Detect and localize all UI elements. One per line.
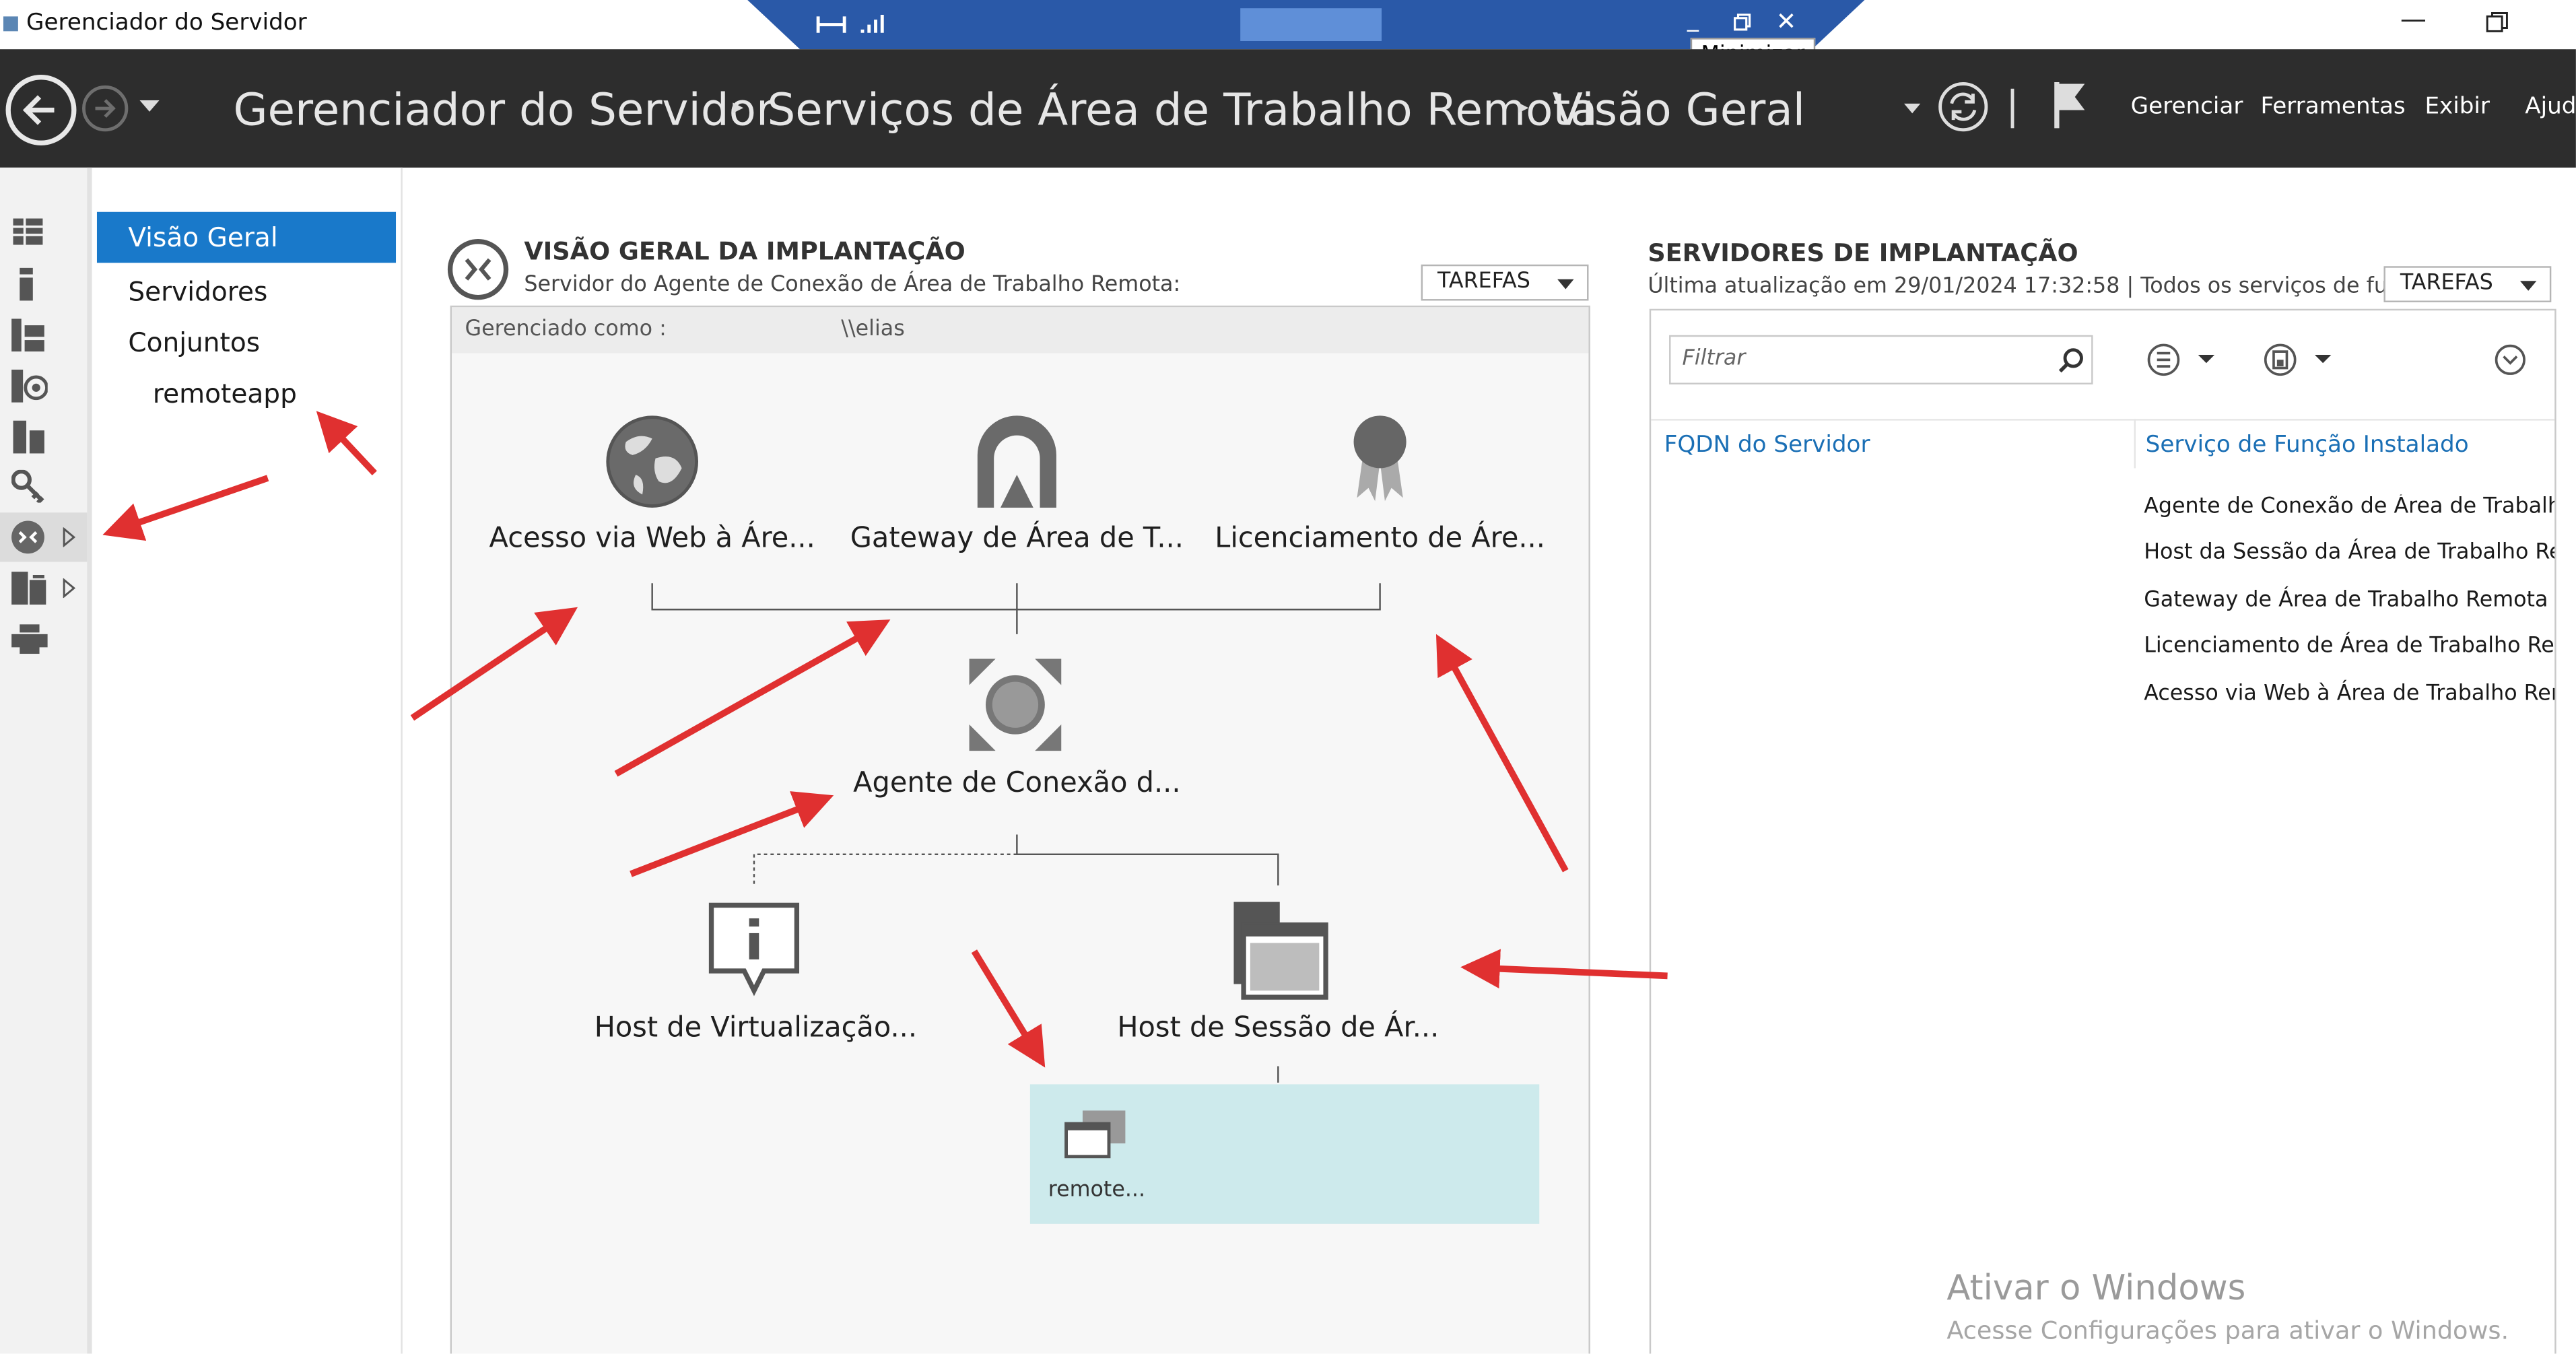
minimize-window-icon[interactable]: — (2400, 3, 2427, 34)
menu-tools[interactable]: Ferramentas (2260, 94, 2405, 120)
list-item[interactable]: Host da Sessão da Área de Trabalho Remot… (2144, 541, 2554, 566)
activation-watermark-text: Acesse Configurações para ativar o Windo… (1946, 1316, 2509, 1346)
forward-button[interactable] (81, 83, 130, 133)
list-view-options-icon[interactable] (2146, 342, 2218, 378)
nav-item-overview[interactable]: Visão Geral (96, 211, 397, 263)
rds-overview-icon (447, 239, 509, 300)
list-item[interactable]: Agente de Conexão de Área de Trabalho Re… (2144, 494, 2554, 519)
breadcrumb-rds[interactable]: Serviços de Área de Trabalho Remota (767, 86, 1597, 137)
breadcrumb-dropdown-icon[interactable] (1903, 103, 1921, 115)
nav-item-servers[interactable]: Servidores (128, 276, 267, 307)
breadcrumb-separator-icon: ▸ (733, 95, 744, 121)
deployment-overview-subtitle: Servidor do Agente de Conexão de Área de… (524, 273, 1181, 298)
overview-tasks-label: TAREFAS (1437, 269, 1530, 294)
column-header-service[interactable]: Serviço de Função Instalado (2146, 432, 2469, 459)
overview-tasks-dropdown[interactable]: TAREFAS (1421, 264, 1589, 301)
virtualization-info-icon[interactable] (705, 899, 803, 997)
expand-rds-icon[interactable] (63, 527, 76, 547)
remote-desktop-services-icon[interactable] (10, 519, 46, 555)
expand-panel-chevron-icon[interactable] (2494, 343, 2527, 376)
all-servers-icon[interactable] (11, 318, 44, 352)
activation-watermark-title: Ativar o Windows (1946, 1268, 2246, 1308)
filter-input[interactable]: Filtrar (1669, 335, 2093, 384)
refresh-icon[interactable] (1937, 81, 1990, 133)
nav-item-remoteapp[interactable]: remoteapp (153, 378, 297, 409)
menu-manage[interactable]: Gerenciar (2131, 94, 2243, 120)
breadcrumb-server-manager[interactable]: Gerenciador do Servidor (233, 86, 774, 137)
menu-help[interactable]: Ajud (2525, 94, 2576, 120)
server-manager-window: Gerenciador do Servidor — _ ✕ Minimizar … (0, 0, 2576, 1354)
rdp-restore-icon[interactable] (1733, 13, 1753, 33)
deployment-servers-title: SERVIDORES DE IMPLANTAÇÃO (1648, 238, 2078, 268)
column-header-fqdn[interactable]: FQDN do Servidor (1664, 432, 1870, 459)
local-server-icon[interactable] (16, 267, 36, 301)
role-licensing-label[interactable]: Licenciamento de Áre... (1199, 522, 1561, 555)
nav-item-overview-label: Visão Geral (128, 222, 278, 253)
column-divider (2134, 419, 2136, 469)
menu-view[interactable]: Exibir (2425, 94, 2490, 120)
servers-tasks-dropdown[interactable]: TAREFAS (2383, 266, 2552, 302)
header-divider (2010, 88, 2014, 129)
deployment-diagram: Gerenciado como : \\elias Acesso via Web… (450, 305, 1590, 1354)
list-item[interactable]: Acesso via Web à Área de Trabalho Remota (2144, 682, 2554, 707)
chevron-down-icon (2519, 281, 2537, 291)
role-session-host-label[interactable]: Host de Sessão de Ár... (1097, 1012, 1459, 1045)
wsus-icon[interactable] (11, 570, 48, 607)
breadcrumb-separator-icon: ▸ (1518, 95, 1529, 121)
breadcrumb-overview: Visão Geral (1552, 85, 1806, 137)
role-broker-label[interactable]: Agente de Conexão d... (836, 767, 1198, 800)
file-storage-icon[interactable] (13, 420, 46, 454)
restore-window-icon[interactable] (2486, 11, 2509, 34)
list-item[interactable]: Licenciamento de Área de Trabalho Remota (2144, 634, 2554, 659)
deployment-servers-subtitle: Última atualização em 29/01/2024 17:32:5… (1648, 274, 2408, 300)
nav-item-collections[interactable]: Conjuntos (128, 327, 260, 358)
role-virtualization-label[interactable]: Host de Virtualização... (575, 1012, 937, 1045)
gateway-arch-icon[interactable] (971, 412, 1063, 510)
dashboard-icon[interactable] (11, 217, 44, 246)
role-gateway-label[interactable]: Gateway de Área de T... (836, 522, 1198, 555)
list-item[interactable]: Gateway de Área de Trabalho Remota (2144, 588, 2548, 613)
back-button[interactable] (3, 72, 79, 147)
window-title: Gerenciador do Servidor (26, 9, 307, 36)
filter-placeholder: Filtrar (1682, 346, 1746, 372)
history-dropdown-icon[interactable] (139, 100, 160, 114)
server-manager-icon (3, 16, 18, 32)
roles-list: Agente de Conexão de Área de Trabalho Re… (2144, 494, 2554, 733)
session-host-windows-icon[interactable] (1231, 899, 1329, 1001)
column-header-divider (1651, 419, 2555, 421)
servers-tasks-label: TAREFAS (2400, 271, 2493, 296)
collection-windows-icon (1064, 1110, 1126, 1159)
iis-tools-icon[interactable] (11, 469, 48, 503)
ad-ds-icon[interactable] (11, 370, 48, 403)
deployment-overview-title: VISÃO GERAL DA IMPLANTAÇÃO (524, 236, 965, 267)
broker-hub-icon[interactable] (966, 656, 1064, 754)
rdp-minimize-icon[interactable]: _ (1687, 7, 1699, 33)
expand-wsus-icon[interactable] (63, 578, 76, 599)
connection-name-box (1240, 8, 1382, 41)
search-icon[interactable] (2058, 347, 2084, 373)
deployment-servers-panel: Filtrar FQDN do Servidor Serviço de Funç… (1649, 308, 2556, 1354)
collection-name[interactable]: remote... (1048, 1178, 1145, 1203)
licensing-ribbon-icon[interactable] (1347, 412, 1413, 510)
chevron-down-icon (1557, 279, 1574, 290)
rdp-close-icon[interactable]: ✕ (1776, 7, 1797, 36)
print-services-icon[interactable] (11, 624, 48, 654)
web-access-globe-icon[interactable] (603, 412, 701, 510)
rds-navigation-pane: Visão Geral Servidores Conjuntos remotea… (92, 167, 403, 1354)
notifications-flag-icon[interactable] (2047, 79, 2093, 131)
save-query-icon[interactable] (2262, 342, 2334, 378)
role-web-access-label[interactable]: Acesso via Web à Áre... (471, 522, 833, 555)
